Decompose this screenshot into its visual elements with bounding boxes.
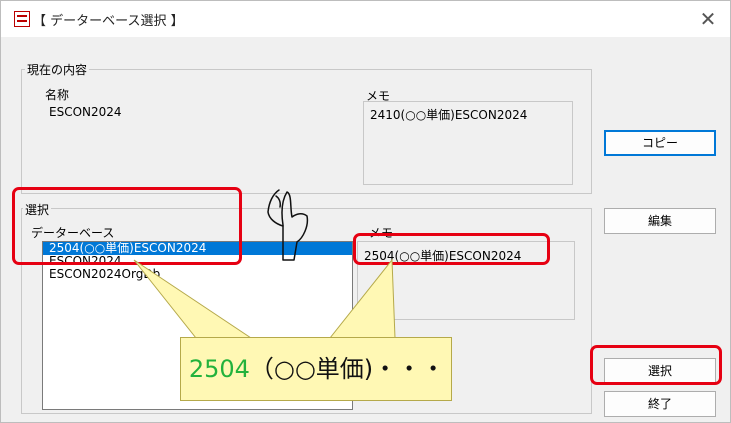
- callout-pointer-left: [133, 259, 253, 339]
- callout-rest: （○○単価)・・・: [249, 355, 446, 383]
- callout-pointer-right: [328, 258, 396, 339]
- callout-number: 2504: [188, 355, 250, 383]
- pointing-hand-icon: [267, 189, 309, 261]
- callout-text: 2504（○○単価)・・・: [181, 338, 453, 402]
- callout-box: 2504（○○単価)・・・: [180, 337, 452, 401]
